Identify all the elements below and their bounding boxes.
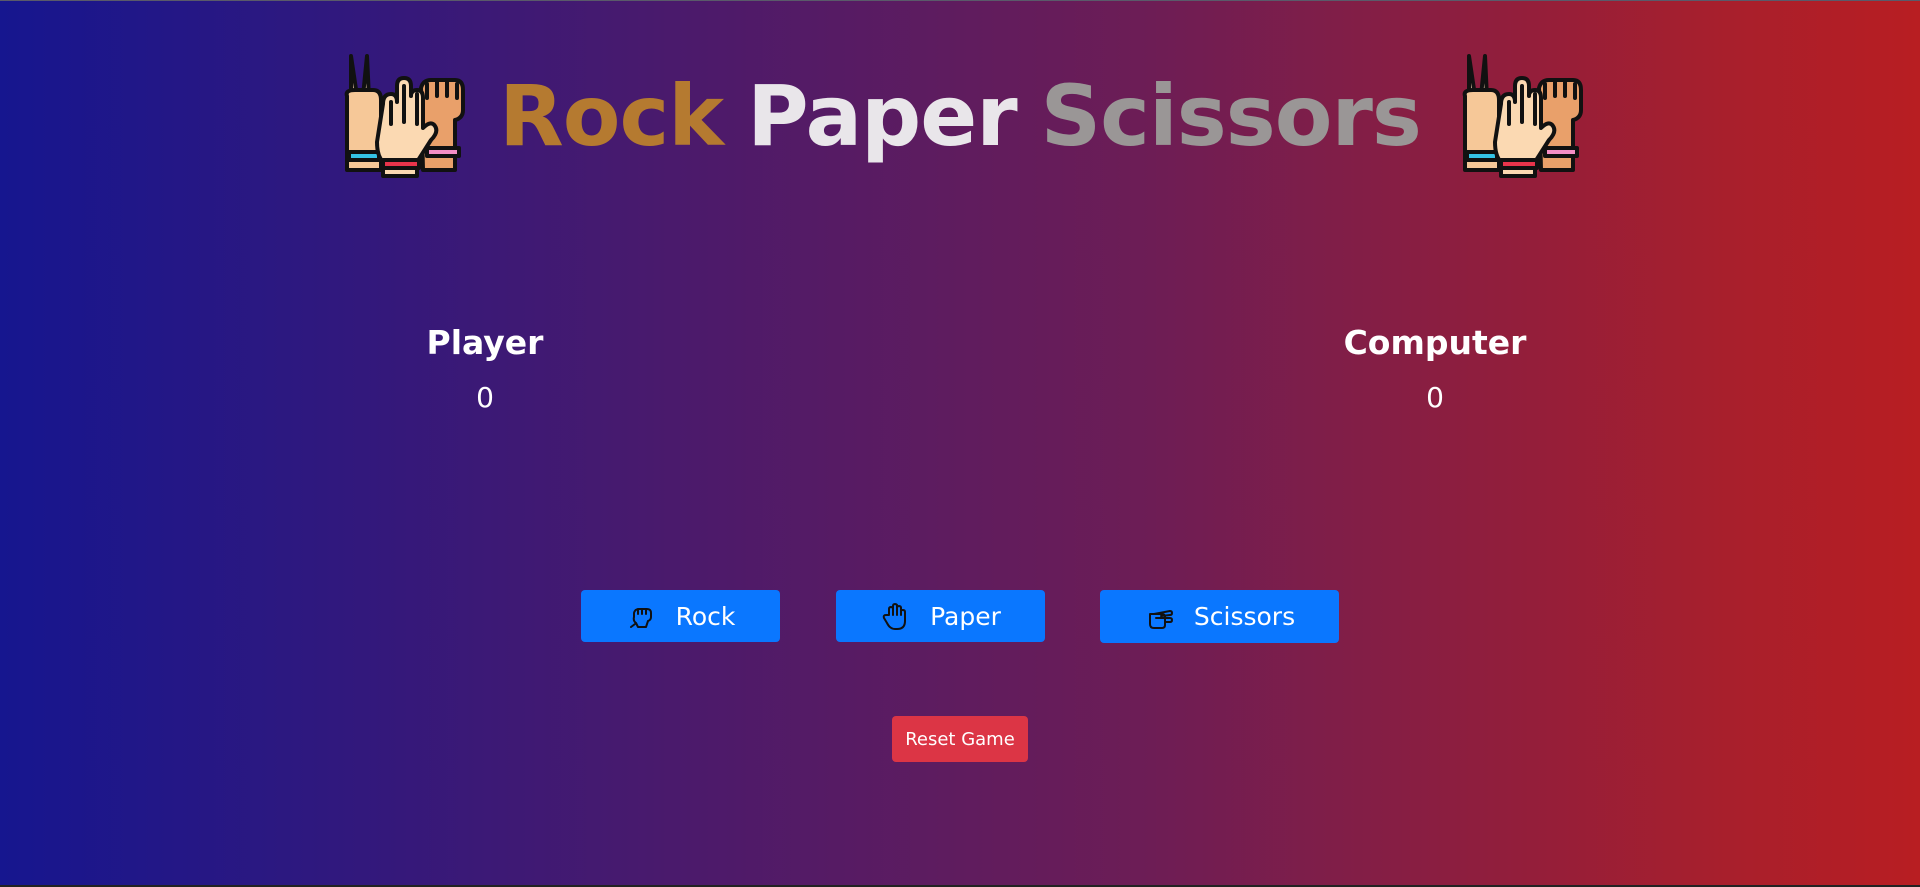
computer-label: Computer xyxy=(1343,323,1527,362)
reset-game-button[interactable]: Reset Game xyxy=(892,716,1028,762)
game-title: Rock Paper Scissors xyxy=(487,74,1433,158)
scissors-button[interactable]: Scissors xyxy=(1100,590,1339,643)
player-score-panel: Player 0 xyxy=(335,320,635,418)
computer-score-panel: Computer 0 xyxy=(1285,320,1585,418)
top-border xyxy=(0,0,1920,1)
player-score: 0 xyxy=(476,381,494,414)
paper-button[interactable]: Paper xyxy=(836,590,1045,642)
scissors-hand-icon xyxy=(1148,609,1173,629)
rock-button-label: Rock xyxy=(675,601,736,631)
hands-left-icon xyxy=(344,54,466,178)
scissors-button-label: Scissors xyxy=(1193,602,1296,631)
title-rock-word: Rock xyxy=(499,67,724,165)
paper-hand-icon xyxy=(882,603,907,630)
page-header: Rock Paper Scissors xyxy=(0,52,1920,180)
rock-button[interactable]: Rock xyxy=(581,590,780,642)
computer-score: 0 xyxy=(1426,381,1444,414)
title-scissors-word: Scissors xyxy=(1040,67,1422,165)
rock-fist-icon xyxy=(629,608,652,628)
player-label: Player xyxy=(426,323,544,362)
paper-button-label: Paper xyxy=(930,601,1001,631)
hands-right-icon xyxy=(1462,54,1583,178)
choice-buttons: Rock Paper Scissors xyxy=(0,590,1920,644)
title-paper-word: Paper xyxy=(747,67,1018,165)
